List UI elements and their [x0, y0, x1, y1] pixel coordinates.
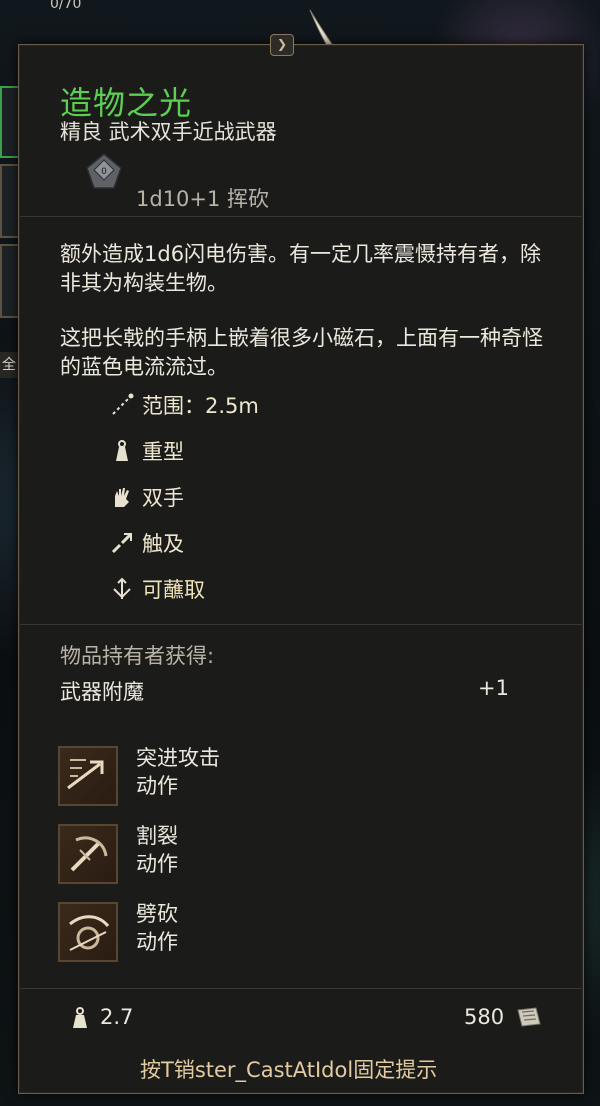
item-type: 精良 武术双手近战武器 — [60, 120, 277, 144]
divider — [20, 624, 582, 625]
action-lacerate[interactable]: 割裂 动作 — [58, 824, 518, 888]
svg-text:0: 0 — [101, 167, 107, 177]
property-dippable: 可蘸取 — [108, 574, 205, 604]
heavy-icon — [108, 437, 136, 465]
granted-section-header: 物品持有者获得: — [60, 644, 215, 668]
weight-icon — [73, 1007, 87, 1028]
reach-icon — [108, 529, 136, 557]
divider — [20, 216, 582, 217]
action-type: 动作 — [136, 930, 178, 954]
cleave-icon — [58, 902, 118, 962]
hint-suffix: 固定提示 — [353, 1058, 438, 1082]
weapon-damage: 1d10+1 挥砍 — [136, 187, 270, 211]
property-label: 范围：2.5m — [142, 394, 259, 418]
property-label: 重型 — [142, 440, 184, 464]
weapon-enchantment-value: +1 — [478, 676, 509, 700]
range-icon — [108, 391, 136, 419]
action-type: 动作 — [136, 852, 178, 876]
action-cleave[interactable]: 劈砍 动作 — [58, 902, 518, 966]
property-heavy: 重型 — [108, 436, 184, 466]
weapon-enchantment-label: 武器附魔 — [60, 680, 144, 704]
pin-tooltip-hint: 按T销ster_CastAtIdol固定提示 — [140, 1054, 437, 1084]
lunging-attack-icon — [58, 746, 118, 806]
property-label: 可蘸取 — [142, 578, 205, 602]
property-reach: 触及 — [108, 528, 184, 558]
item-effect-description: 额外造成1d6闪电伤害。有一定几率震慑持有者，除非其为构装生物。 — [60, 242, 542, 295]
d10-dice-icon: 0 — [86, 153, 122, 189]
item-weight: 2.7 — [100, 1005, 134, 1029]
action-name: 割裂 — [136, 824, 178, 848]
action-type: 动作 — [136, 774, 178, 798]
action-lunging-attack[interactable]: 突进攻击 动作 — [58, 746, 518, 810]
filter-tab-all[interactable]: 全 — [0, 352, 18, 378]
two-handed-icon — [108, 483, 136, 511]
item-price: 580 — [464, 1005, 505, 1029]
item-flavor-text: 这把长戟的手柄上嵌着很多小磁石，上面有一种奇怪的蓝色电流流过。 — [60, 326, 543, 379]
property-label: 双手 — [142, 486, 184, 510]
gold-coin-icon — [517, 1007, 541, 1027]
hint-keybind: T销ster_CastAtIdol — [161, 1058, 354, 1082]
collapse-tooltip-button[interactable]: ❯ — [270, 34, 294, 56]
action-name: 突进攻击 — [136, 746, 220, 770]
hint-prefix: 按 — [140, 1058, 161, 1082]
property-two-handed: 双手 — [108, 482, 184, 512]
lacerate-icon — [58, 824, 118, 884]
property-label: 触及 — [142, 532, 184, 556]
inventory-counter: 0/70 — [50, 0, 82, 12]
chevron-icon: ❯ — [276, 37, 288, 51]
dippable-icon — [108, 575, 136, 603]
property-range: 范围：2.5m — [108, 390, 259, 420]
action-name: 劈砍 — [136, 902, 178, 926]
